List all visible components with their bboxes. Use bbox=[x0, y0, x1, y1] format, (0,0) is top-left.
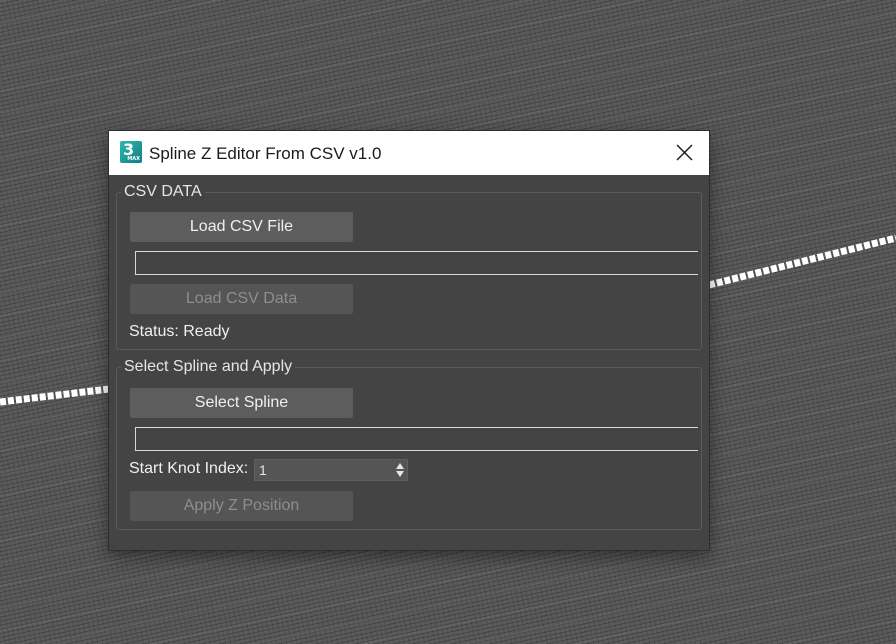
3ds-max-app-icon: 3 MAX bbox=[120, 140, 142, 163]
load-csv-file-button[interactable]: Load CSV File bbox=[130, 212, 353, 242]
apply-z-position-button[interactable]: Apply Z Position bbox=[130, 491, 353, 521]
spinner-down-icon[interactable] bbox=[396, 471, 404, 478]
spline-z-editor-dialog: 3 MAX Spline Z Editor From CSV v1.0 CSV … bbox=[109, 131, 709, 550]
close-button[interactable] bbox=[669, 139, 699, 167]
load-csv-data-button[interactable]: Load CSV Data bbox=[130, 284, 353, 314]
dialog-title: Spline Z Editor From CSV v1.0 bbox=[149, 144, 382, 163]
select-spline-button[interactable]: Select Spline bbox=[130, 388, 353, 418]
start-knot-index-spinner[interactable]: 1 bbox=[254, 459, 408, 481]
start-knot-index-value: 1 bbox=[259, 462, 267, 478]
close-icon bbox=[676, 144, 693, 161]
spinner-up-icon[interactable] bbox=[396, 463, 404, 470]
status-text: Status: Ready bbox=[129, 323, 230, 340]
dialog-titlebar[interactable]: 3 MAX Spline Z Editor From CSV v1.0 bbox=[109, 131, 709, 175]
selected-spline-field[interactable] bbox=[135, 427, 698, 451]
select-spline-group-label: Select Spline and Apply bbox=[121, 358, 296, 376]
csv-file-path-field[interactable] bbox=[135, 251, 698, 275]
csv-data-group-label: CSV DATA bbox=[121, 183, 205, 201]
start-knot-index-label: Start Knot Index: bbox=[129, 460, 249, 477]
